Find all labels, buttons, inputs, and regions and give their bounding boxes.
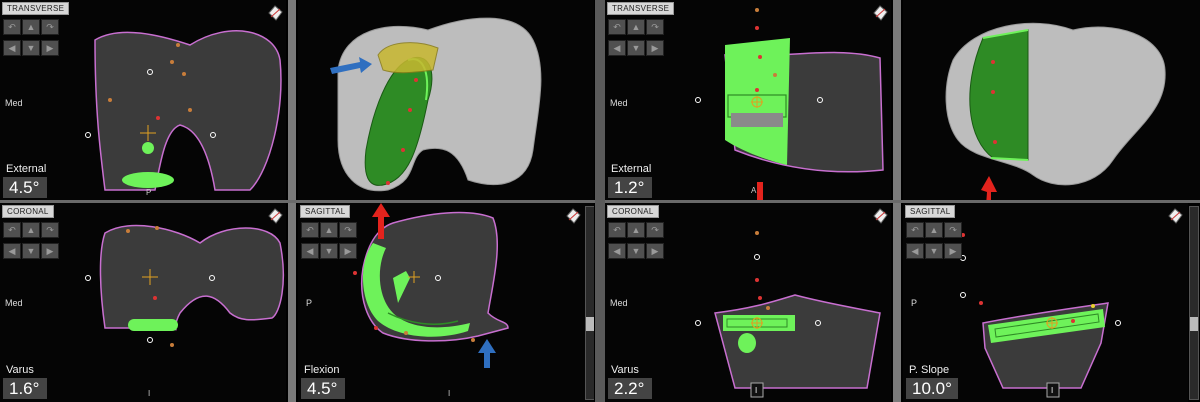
medial-label: Med — [610, 298, 628, 308]
angle-value: 1.2° — [608, 177, 652, 198]
arrow-right-icon[interactable]: ▶ — [41, 40, 59, 56]
orientation-mark: I — [148, 389, 151, 398]
arrow-down-icon[interactable]: ▼ — [627, 40, 645, 56]
rotate-ccw-icon[interactable]: ↶ — [3, 222, 21, 238]
adjustment-mode-label: External — [6, 163, 47, 175]
navigation-controls: ↶ ▲ ↷ ◀ ▼ ▶ — [608, 220, 666, 262]
arrow-up-icon[interactable]: ▲ — [22, 222, 40, 238]
angle-value: 4.5° — [301, 378, 345, 399]
arrow-down-icon[interactable]: ▼ — [22, 40, 40, 56]
femur-transverse-view[interactable]: TRANSVERSE ↶ ▲ ↷ ◀ ▼ ▶ Med External 4.5° P — [0, 0, 286, 200]
orientation-cube-icon[interactable] — [265, 3, 285, 23]
angle-value: 1.6° — [3, 378, 47, 399]
rotate-cw-icon[interactable]: ↷ — [339, 222, 357, 238]
arrow-left-icon[interactable]: ◀ — [301, 243, 319, 259]
orientation-cube-icon[interactable] — [1165, 206, 1185, 226]
rotate-cw-icon[interactable]: ↷ — [944, 222, 962, 238]
arrow-right-icon[interactable]: ▶ — [646, 243, 664, 259]
adjustment-mode-label: Varus — [6, 364, 34, 376]
arrow-right-icon[interactable]: ▶ — [646, 40, 664, 56]
arrow-down-icon[interactable]: ▼ — [627, 243, 645, 259]
posterior-label: P — [911, 298, 918, 308]
femur-3d-view[interactable] — [298, 0, 594, 200]
orientation-cube-icon[interactable] — [870, 3, 890, 23]
angle-value: 4.5° — [3, 177, 47, 198]
scrollbar[interactable] — [585, 206, 594, 400]
arrow-up-icon[interactable]: ▲ — [627, 222, 645, 238]
orientation-mark: I — [1051, 386, 1054, 395]
tibia-3d-model — [945, 22, 1166, 200]
view-tag: SAGITTAL — [300, 205, 351, 218]
navigation-controls: ↶ ▲ ↷ ◀ ▼ ▶ — [608, 17, 666, 59]
navigation-controls: ↶ ▲ ↷ ◀ ▼ ▶ — [906, 220, 964, 262]
half-divider — [595, 0, 605, 402]
tibia-transverse-view[interactable]: TRANSVERSE ↶ ▲ ↷ ◀ ▼ ▶ Med External 1.2° A — [605, 0, 891, 200]
scrollbar[interactable] — [1189, 206, 1199, 400]
orientation-mark: A — [751, 186, 757, 195]
orientation-cube-icon[interactable] — [265, 206, 285, 226]
orientation-cube-icon[interactable] — [870, 206, 890, 226]
femur-coronal-view[interactable]: CORONAL ↶ ▲ ↷ ◀ ▼ ▶ Med Varus 1.6° I — [0, 203, 286, 402]
view-tag: CORONAL — [2, 205, 54, 218]
orientation-mark: I — [448, 389, 451, 398]
rotate-ccw-icon[interactable]: ↶ — [3, 19, 21, 35]
medial-label: Med — [5, 98, 23, 108]
rotate-ccw-icon[interactable]: ↶ — [906, 222, 924, 238]
view-tag: SAGITTAL — [905, 205, 956, 218]
femur-3d-model — [330, 17, 542, 192]
arrow-down-icon[interactable]: ▼ — [320, 243, 338, 259]
adjustment-mode-label: Varus — [611, 364, 639, 376]
medial-label: Med — [5, 298, 23, 308]
arrow-up-icon[interactable]: ▲ — [925, 222, 943, 238]
rotate-ccw-icon[interactable]: ↶ — [301, 222, 319, 238]
femur-sagittal-view[interactable]: SAGITTAL ↶ ▲ ↷ ◀ ▼ ▶ P Flexion 4.5° I — [298, 203, 594, 402]
angle-value: 10.0° — [906, 378, 958, 399]
view-tag: TRANSVERSE — [607, 2, 675, 15]
panel-divider — [605, 200, 1200, 203]
arrow-left-icon[interactable]: ◀ — [3, 243, 21, 259]
view-tag: TRANSVERSE — [2, 2, 70, 15]
arrow-up-icon[interactable]: ▲ — [320, 222, 338, 238]
arrow-down-icon[interactable]: ▼ — [22, 243, 40, 259]
arrow-right-icon[interactable]: ▶ — [41, 243, 59, 259]
adjustment-mode-label: Flexion — [304, 364, 340, 376]
panel-divider — [0, 200, 596, 203]
tibia-sagittal-view[interactable]: SAGITTAL ↶ ▲ ↷ ◀ ▼ ▶ P P. Slope 10.0° I — [903, 203, 1188, 402]
medial-label: Med — [610, 98, 628, 108]
posterior-label: P — [306, 298, 313, 308]
arrow-right-icon[interactable]: ▶ — [944, 243, 962, 259]
orientation-cube-icon[interactable] — [563, 206, 583, 226]
arrow-right-icon[interactable]: ▶ — [339, 243, 357, 259]
adjustment-mode-label: P. Slope — [909, 364, 950, 376]
angle-value: 2.2° — [608, 378, 652, 399]
adjustment-mode-label: External — [611, 163, 652, 175]
orientation-mark: P — [146, 188, 152, 197]
navigation-controls: ↶ ▲ ↷ ◀ ▼ ▶ — [3, 17, 61, 59]
arrow-left-icon[interactable]: ◀ — [3, 40, 21, 56]
tibia-3d-view[interactable] — [903, 0, 1200, 200]
orientation-mark: I — [755, 386, 758, 395]
arrow-left-icon[interactable]: ◀ — [608, 40, 626, 56]
arrow-down-icon[interactable]: ▼ — [925, 243, 943, 259]
arrow-up-icon[interactable]: ▲ — [22, 19, 40, 35]
navigation-controls: ↶ ▲ ↷ ◀ ▼ ▶ — [3, 220, 61, 262]
rotate-ccw-icon[interactable]: ↶ — [608, 222, 626, 238]
rotate-cw-icon[interactable]: ↷ — [41, 222, 59, 238]
rotate-cw-icon[interactable]: ↷ — [646, 19, 664, 35]
view-tag: CORONAL — [607, 205, 659, 218]
rotate-ccw-icon[interactable]: ↶ — [608, 19, 626, 35]
navigation-controls: ↶ ▲ ↷ ◀ ▼ ▶ — [301, 220, 359, 262]
rotate-cw-icon[interactable]: ↷ — [41, 19, 59, 35]
rotate-cw-icon[interactable]: ↷ — [646, 222, 664, 238]
tibia-coronal-view[interactable]: CORONAL ↶ ▲ ↷ ◀ ▼ ▶ Med Varus 2.2° I — [605, 203, 891, 402]
arrow-left-icon[interactable]: ◀ — [906, 243, 924, 259]
arrow-left-icon[interactable]: ◀ — [608, 243, 626, 259]
arrow-up-icon[interactable]: ▲ — [627, 19, 645, 35]
